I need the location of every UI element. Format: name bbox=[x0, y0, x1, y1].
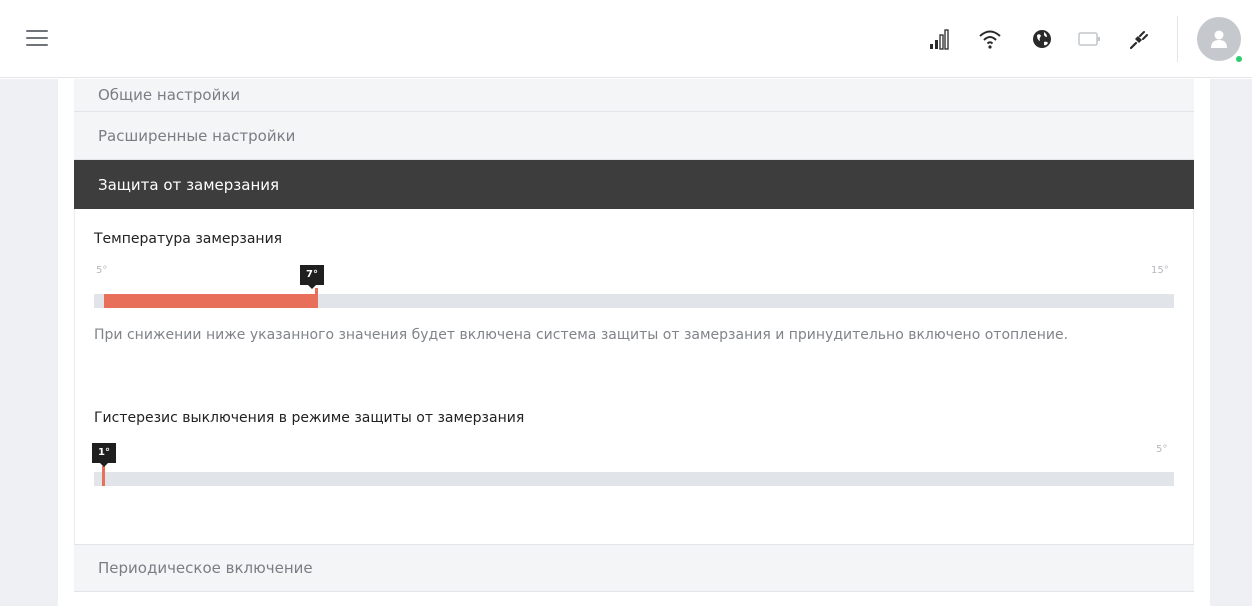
accordion-periodic-label: Периодическое включение bbox=[98, 559, 313, 577]
temperature-value-tag: 7° bbox=[300, 265, 324, 289]
globe-icon bbox=[1027, 24, 1057, 54]
header-divider bbox=[1177, 16, 1178, 62]
temperature-min-label: 5° bbox=[96, 265, 108, 276]
freeze-temperature-label: Температура замерзания bbox=[94, 231, 283, 247]
freeze-protection-panel bbox=[74, 209, 1194, 544]
temperature-slider-fill bbox=[104, 294, 315, 308]
hamburger-menu-icon[interactable] bbox=[26, 30, 48, 48]
plug-icon bbox=[1124, 24, 1154, 54]
accordion-freeze-protection[interactable]: Защита от замерзания bbox=[74, 160, 1194, 209]
right-gutter bbox=[1210, 79, 1252, 606]
top-bar bbox=[0, 0, 1252, 78]
hysteresis-slider-handle[interactable] bbox=[102, 466, 105, 486]
hysteresis-value-tag: 1° bbox=[92, 443, 116, 467]
signal-icon bbox=[925, 24, 955, 54]
battery-icon bbox=[1075, 24, 1105, 54]
accordion-periodic-activation[interactable]: Периодическое включение bbox=[74, 544, 1194, 592]
accordion-general-settings[interactable]: Общие настройки bbox=[74, 79, 1194, 112]
hysteresis-slider[interactable] bbox=[94, 466, 1174, 486]
wifi-icon bbox=[975, 24, 1005, 54]
temperature-slider-handle[interactable] bbox=[315, 288, 318, 308]
freeze-description: При снижении ниже указанного значения бу… bbox=[94, 327, 1069, 343]
accordion-advanced-label: Расширенные настройки bbox=[98, 126, 296, 145]
online-status-dot bbox=[1236, 56, 1242, 62]
accordion-general-label: Общие настройки bbox=[98, 86, 241, 104]
accordion-advanced-settings[interactable]: Расширенные настройки bbox=[74, 112, 1194, 160]
temperature-slider[interactable] bbox=[94, 288, 1174, 308]
accordion-freeze-label: Защита от замерзания bbox=[98, 175, 280, 194]
user-avatar-icon[interactable] bbox=[1197, 17, 1241, 61]
hysteresis-label: Гистерезис выключения в режиме защиты от… bbox=[94, 410, 525, 426]
temperature-max-label: 15° bbox=[1151, 265, 1169, 276]
left-gutter bbox=[0, 79, 58, 606]
hysteresis-max-label: 5° bbox=[1156, 444, 1168, 455]
